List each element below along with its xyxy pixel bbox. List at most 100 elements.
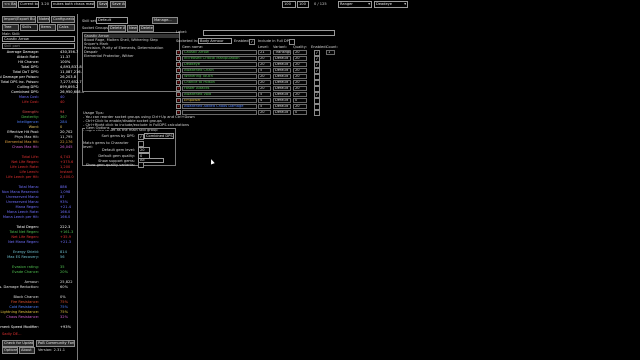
gem-quality-field[interactable]: 20 — [293, 56, 307, 61]
gem-quality-field[interactable]: 20 — [293, 92, 307, 97]
socket-group-item[interactable]: Elemental Protector, Wither — [84, 54, 179, 58]
gem-name-field[interactable]: Increased Critical Manipulation — [182, 56, 257, 61]
gem-name-field[interactable]: Withering Touch — [182, 74, 257, 79]
gem-level-field[interactable]: 5 — [258, 68, 271, 73]
stat-label: Total DPS inc. Poison: — [0, 80, 39, 84]
level-field[interactable]: 100 — [282, 1, 296, 8]
stat-value: +21.4 — [60, 205, 72, 209]
gem-quality-field[interactable]: 20 — [293, 104, 307, 109]
skill-set-dropdown[interactable]: Default — [96, 17, 128, 24]
col-count: Count: — [326, 45, 338, 49]
remove-gem-icon[interactable]: × — [176, 86, 181, 91]
gem-variant-dropdown[interactable]: Default — [273, 74, 291, 79]
default-quality-label: Default gem quality: — [98, 154, 135, 158]
gem-variant-dropdown[interactable]: Transfigured — [273, 50, 291, 55]
socket-group-list[interactable]: Caustic Arrow Blood Rage, Molten Shell, W… — [82, 32, 180, 92]
remove-gem-icon[interactable]: × — [176, 98, 181, 103]
gem-quality-field[interactable]: 20 — [293, 68, 307, 73]
gem-variant-dropdown[interactable]: Default — [273, 86, 291, 91]
group-label-field[interactable] — [203, 30, 335, 36]
gem-variant-dropdown[interactable]: Default — [273, 80, 291, 85]
stat-label: Life Leech Rate: — [10, 165, 39, 169]
save-button[interactable]: Save — [97, 1, 108, 8]
tab-import-export[interactable]: Import/Export Build — [2, 16, 36, 23]
gem-row: × Awakened Added Chaos Damage 5 Default 20 — [176, 104, 336, 110]
gem-quality-field[interactable]: 20 — [293, 80, 307, 85]
manage-skill-sets-button[interactable]: Manage... — [152, 17, 178, 24]
quality-variants-checkbox[interactable] — [138, 162, 144, 168]
remove-gem-icon[interactable]: × — [176, 110, 181, 115]
ascendancy-dropdown[interactable]: Deadeye ▾ — [374, 1, 408, 8]
gem-enabled-checkbox[interactable] — [314, 110, 320, 116]
save-as-button[interactable]: Save As — [110, 1, 126, 8]
remove-gem-icon[interactable]: × — [176, 50, 181, 55]
gem-level-field[interactable]: 21 — [258, 50, 271, 55]
gem-name-field[interactable]: Deadeye — [182, 62, 257, 67]
gem-name-field[interactable]: Empower — [182, 98, 257, 103]
delete-group-button[interactable]: Delete — [139, 25, 154, 32]
about-button[interactable]: About — [19, 347, 35, 354]
check-updates-button[interactable]: Check for Update — [2, 340, 34, 347]
gem-quality-field[interactable]: 20 — [293, 74, 307, 79]
gem-name-field[interactable]: Awakened Added Chaos Damage — [182, 104, 257, 109]
gem-quality-field[interactable]: 0 — [293, 110, 307, 115]
tree-version-dropdown[interactable]: nukes both chaos master — [51, 1, 95, 8]
gem-name-field[interactable] — [182, 110, 257, 115]
remove-gem-icon[interactable]: × — [176, 62, 181, 67]
gem-level-field[interactable]: 20 — [258, 74, 271, 79]
gem-name-field[interactable]: Caustic Arrow — [182, 50, 257, 55]
gem-variant-dropdown[interactable]: Default — [273, 110, 291, 115]
gem-level-field[interactable]: 5 — [258, 104, 271, 109]
gem-options-title: Gem Options — [85, 126, 111, 131]
gem-variant-dropdown[interactable]: Default — [273, 62, 291, 67]
options-button[interactable]: Options — [2, 347, 18, 354]
skill-part-dropdown[interactable]: Skill part — [2, 43, 75, 49]
gem-level-field[interactable]: 4 — [258, 98, 271, 103]
gem-level-field[interactable]: 20 — [258, 80, 271, 85]
new-group-button[interactable]: New — [127, 25, 138, 32]
gem-quality-field[interactable]: 0 — [293, 98, 307, 103]
tab-calcs[interactable]: Calcs — [57, 24, 75, 31]
delete-all-button[interactable]: Delete All — [108, 25, 126, 32]
level-value[interactable]: 100 — [297, 1, 309, 8]
socketed-in-dropdown[interactable]: Body Armour — [198, 38, 232, 44]
gem-level-field[interactable]: 20 — [258, 110, 271, 115]
remove-gem-icon[interactable]: × — [176, 56, 181, 61]
tab-notes[interactable]: Notes — [37, 16, 50, 23]
stat-value: 0 — [60, 125, 63, 129]
class-dropdown[interactable]: Ranger ▾ — [338, 1, 372, 8]
tab-configuration[interactable]: Configuration — [51, 16, 75, 23]
gem-name-field[interactable]: Awakened Void — [182, 92, 257, 97]
gem-name-field[interactable]: Faster Attacks — [182, 86, 257, 91]
community-fork-button[interactable]: PoB Community Fork — [36, 340, 75, 347]
remove-gem-icon[interactable]: × — [176, 74, 181, 79]
gem-row: × 20 Default 0 — [176, 110, 336, 116]
gem-level-field[interactable]: 20 — [258, 86, 271, 91]
gem-name-field[interactable]: Awakened Chain — [182, 68, 257, 73]
main-skill-dropdown[interactable]: Caustic Arrow — [2, 36, 75, 42]
remove-gem-icon[interactable]: × — [176, 68, 181, 73]
tab-items[interactable]: Items — [39, 24, 56, 31]
gem-variant-dropdown[interactable]: Default — [273, 56, 291, 61]
sort-gems-dropdown[interactable]: Combined DPS — [144, 133, 174, 139]
tab-skills[interactable]: Skills — [20, 24, 38, 31]
tab-tree[interactable]: Tree — [2, 24, 19, 31]
gem-variant-dropdown[interactable]: Default — [273, 68, 291, 73]
gem-variant-dropdown[interactable]: Default — [273, 104, 291, 109]
gem-variant-dropdown[interactable]: Default — [273, 98, 291, 103]
back-button[interactable]: << Back — [2, 1, 17, 8]
gem-quality-field[interactable]: 20 — [293, 50, 307, 55]
remove-gem-icon[interactable]: × — [176, 80, 181, 85]
gem-count-field[interactable]: 1 — [326, 50, 335, 55]
gem-quality-field[interactable]: 20 — [293, 62, 307, 67]
remove-gem-icon[interactable]: × — [176, 104, 181, 109]
build-name-field[interactable]: Current build — [18, 1, 39, 8]
stat-value: 75% — [60, 305, 68, 309]
gem-name-field[interactable]: Chance to Poison — [182, 80, 257, 85]
gem-quality-field[interactable]: 20 — [293, 86, 307, 91]
remove-gem-icon[interactable]: × — [176, 92, 181, 97]
gem-level-field[interactable]: 5 — [258, 92, 271, 97]
gem-variant-dropdown[interactable]: Default — [273, 92, 291, 97]
gem-level-field[interactable]: 20 — [258, 62, 271, 67]
gem-level-field[interactable]: 20 — [258, 56, 271, 61]
